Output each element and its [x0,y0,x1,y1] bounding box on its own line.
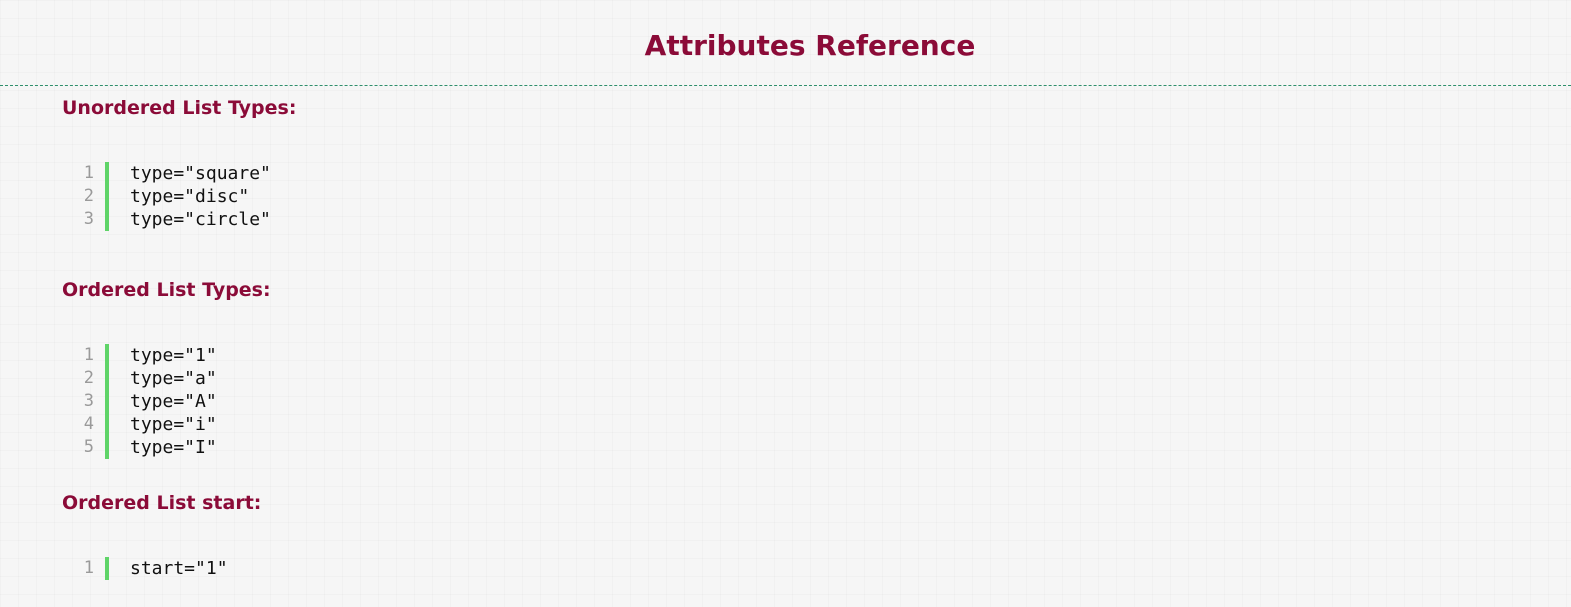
gutter-bar [105,162,109,185]
gutter-bar [105,344,109,367]
section-heading-unordered-list-types: Unordered List Types: [62,97,297,119]
code-line: 1 type="square" [78,162,271,185]
code-block-ordered-list-types: 1 type="1" 2 type="a" 3 type="A" 4 type=… [78,344,217,459]
line-number: 4 [83,414,94,434]
line-number: 5 [83,437,94,457]
gutter-bar [105,185,109,208]
code-text: start="1" [130,558,228,579]
code-text: type="circle" [130,209,271,230]
gutter-bar [105,436,109,459]
line-number: 3 [83,391,94,411]
gutter-bar [105,390,109,413]
line-number: 1 [83,558,94,578]
code-text: type="I" [130,437,217,458]
code-block-unordered-list-types: 1 type="square" 2 type="disc" 3 type="ci… [78,162,271,231]
page-header: Attributes Reference [0,0,1571,86]
line-number: 1 [83,345,94,365]
line-number: 3 [83,209,94,229]
code-line: 5 type="I" [78,436,217,459]
code-line: 2 type="a" [78,367,217,390]
code-line: 3 type="circle" [78,208,271,231]
code-line: 1 type="1" [78,344,217,367]
code-text: type="A" [130,391,217,412]
gutter-bar [105,367,109,390]
gutter-bar [105,413,109,436]
code-line: 4 type="i" [78,413,217,436]
code-line: 3 type="A" [78,390,217,413]
code-text: type="square" [130,163,271,184]
page-title: Attributes Reference [644,29,976,62]
code-text: type="1" [130,345,217,366]
line-number: 1 [83,163,94,183]
gutter-bar [105,557,109,580]
line-number: 2 [83,186,94,206]
line-number: 2 [83,368,94,388]
code-block-ordered-list-start: 1 start="1" [78,557,228,580]
code-line: 1 start="1" [78,557,228,580]
code-text: type="disc" [130,186,250,207]
code-text: type="a" [130,368,217,389]
code-line: 2 type="disc" [78,185,271,208]
section-heading-ordered-list-types: Ordered List Types: [62,279,271,301]
gutter-bar [105,208,109,231]
section-heading-ordered-list-start: Ordered List start: [62,492,262,514]
code-text: type="i" [130,414,217,435]
